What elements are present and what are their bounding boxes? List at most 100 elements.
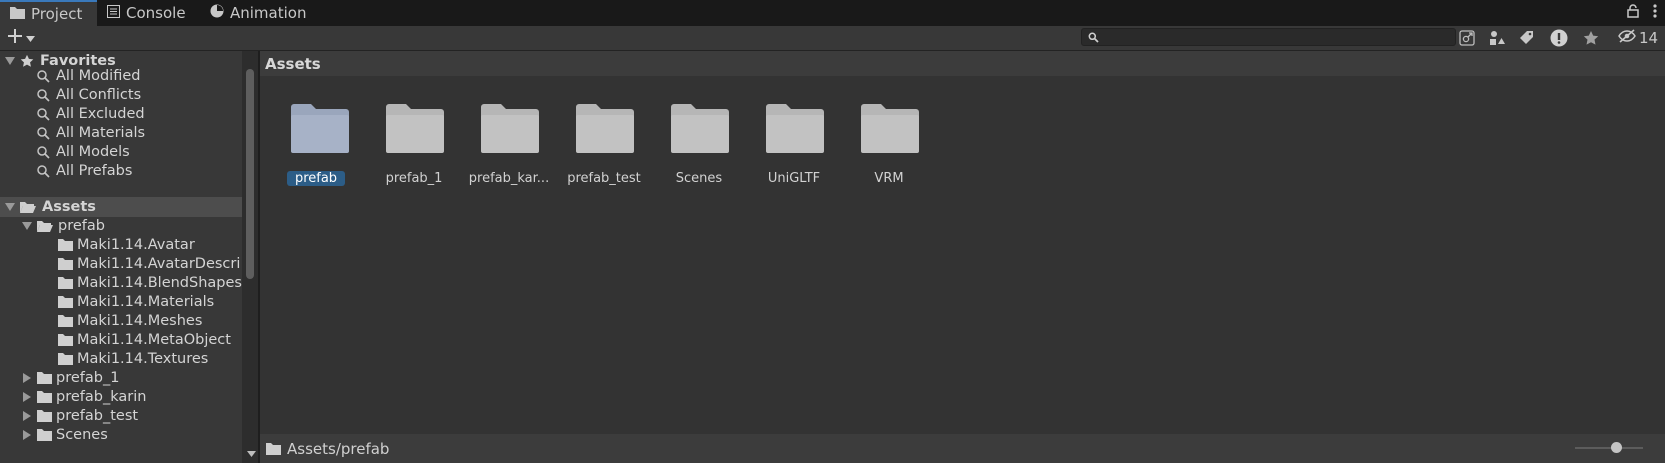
window-controls (1627, 2, 1657, 24)
search-icon (37, 107, 50, 121)
collapsed-triangle-icon[interactable] (21, 429, 33, 441)
favorite-item[interactable]: All Modified (0, 66, 243, 86)
expanded-triangle-icon[interactable] (4, 201, 16, 213)
asset-folder-item[interactable]: UniGLTF (748, 103, 840, 193)
folder-icon (58, 353, 73, 365)
tree-item-folder[interactable]: Maki1.14.Materials (0, 292, 243, 312)
project-window: Project Console Animation 14 Favorites A… (0, 0, 1665, 463)
tree-item-folder[interactable]: Maki1.14.AvatarDescri (0, 254, 243, 274)
folder-icon (58, 334, 73, 346)
tree-item-folder[interactable]: prefab_test (0, 406, 243, 426)
folder-icon (266, 442, 281, 455)
folder-icon (58, 315, 73, 327)
large-folder-icon (766, 104, 824, 153)
tab-animation[interactable]: Animation (200, 0, 316, 26)
favorite-label: All Modified (56, 68, 141, 84)
search-icon (1088, 31, 1099, 47)
console-icon (107, 4, 120, 22)
favorite-label: All Prefabs (56, 163, 133, 179)
collapsed-triangle-icon[interactable] (21, 391, 33, 403)
tab-label: Project (31, 5, 83, 23)
animation-icon (210, 4, 224, 22)
favorite-item[interactable]: All Models (0, 142, 243, 162)
tree-item-prefab[interactable]: prefab (0, 216, 243, 236)
large-folder-icon (861, 104, 919, 153)
tree-item-folder[interactable]: Maki1.14.Avatar (0, 235, 243, 255)
tree-item-folder[interactable]: Maki1.14.BlendShapes (0, 273, 243, 293)
favorite-label: All Excluded (56, 106, 145, 122)
filter-by-type-icon[interactable] (1486, 28, 1508, 48)
asset-label: prefab_kar... (468, 171, 550, 186)
tree-item-folder[interactable]: Maki1.14.Textures (0, 349, 243, 369)
tree-item-folder[interactable]: Maki1.14.MetaObject (0, 330, 243, 350)
slider-track (1575, 447, 1643, 449)
tree-label: Maki1.14.AvatarDescri (77, 256, 241, 272)
tree-label: Scenes (56, 427, 108, 443)
folder-icon (37, 429, 52, 441)
slider-knob[interactable] (1611, 442, 1622, 453)
asset-label: prefab_1 (385, 171, 443, 186)
folder-icon (37, 410, 52, 422)
favorite-item[interactable]: All Prefabs (0, 161, 243, 181)
search-in-window-icon[interactable] (1456, 28, 1478, 48)
search-icon (37, 126, 50, 140)
large-folder-icon (386, 104, 444, 153)
selected-path: Assets/prefab (287, 439, 390, 458)
folder-icon (58, 258, 73, 270)
kebab-menu-icon[interactable] (1653, 4, 1657, 22)
search-icon (37, 88, 50, 102)
scroll-down-icon[interactable] (247, 445, 256, 461)
tab-label: Console (126, 4, 186, 22)
tree-label: prefab_karin (56, 389, 147, 405)
tree-label: prefab_test (56, 408, 139, 424)
asset-folder-item[interactable]: prefab_kar... (463, 103, 555, 193)
thumbnail-size-slider[interactable] (1575, 442, 1643, 453)
tree-label: Maki1.14.Materials (77, 294, 215, 310)
search-icon (37, 145, 50, 159)
tree-scrollbar[interactable] (242, 51, 258, 463)
tab-project[interactable]: Project (0, 0, 97, 26)
tab-bar: Project Console Animation (0, 0, 1665, 26)
open-folder-icon (37, 220, 53, 233)
tree-item-folder[interactable]: Scenes (0, 425, 243, 445)
asset-label: prefab_test (567, 171, 641, 186)
asset-folder-item[interactable]: prefab_1 (368, 103, 460, 193)
search-input[interactable] (1102, 29, 1432, 45)
folder-icon (10, 5, 25, 23)
favorite-item[interactable]: All Excluded (0, 104, 243, 124)
asset-label: VRM (874, 171, 904, 186)
collapsed-triangle-icon[interactable] (21, 372, 33, 384)
tree-label: prefab_1 (56, 370, 120, 386)
hidden-packages-toggle[interactable]: 14 (1618, 26, 1658, 50)
tree-item-folder[interactable]: Maki1.14.Meshes (0, 311, 243, 331)
tree-item-folder[interactable]: prefab_1 (0, 368, 243, 388)
create-dropdown[interactable] (8, 26, 35, 50)
open-folder-icon (20, 201, 36, 214)
filter-by-label-icon[interactable] (1516, 28, 1538, 48)
folder-icon (58, 277, 73, 289)
asset-folder-item[interactable]: prefab_test (558, 103, 650, 193)
tab-console[interactable]: Console (97, 0, 196, 26)
asset-folder-item[interactable]: VRM (843, 103, 935, 193)
breadcrumb-item[interactable]: Assets (265, 55, 321, 73)
asset-folder-item[interactable]: prefab (273, 103, 365, 193)
lock-icon[interactable] (1627, 4, 1639, 22)
warning-filter-icon[interactable] (1548, 28, 1570, 48)
scrollbar-thumb[interactable] (246, 69, 254, 279)
tree-item-folder[interactable]: prefab_karin (0, 387, 243, 407)
asset-folder-item[interactable]: Scenes (653, 103, 745, 193)
search-field[interactable] (1081, 28, 1456, 46)
tree-label: Maki1.14.Avatar (77, 237, 195, 253)
tree-label: Assets (42, 199, 96, 215)
favorite-star-icon[interactable] (1580, 28, 1602, 48)
tree-item-assets[interactable]: Assets (0, 197, 243, 217)
collapsed-triangle-icon[interactable] (21, 410, 33, 422)
favorite-item[interactable]: All Materials (0, 123, 243, 143)
search-icon (37, 69, 50, 83)
expanded-triangle-icon[interactable] (21, 220, 33, 232)
large-folder-icon (671, 104, 729, 153)
favorite-label: All Materials (56, 125, 146, 141)
project-toolbar: 14 (0, 26, 1665, 51)
favorite-item[interactable]: All Conflicts (0, 85, 243, 105)
eye-slash-icon (1618, 29, 1636, 47)
